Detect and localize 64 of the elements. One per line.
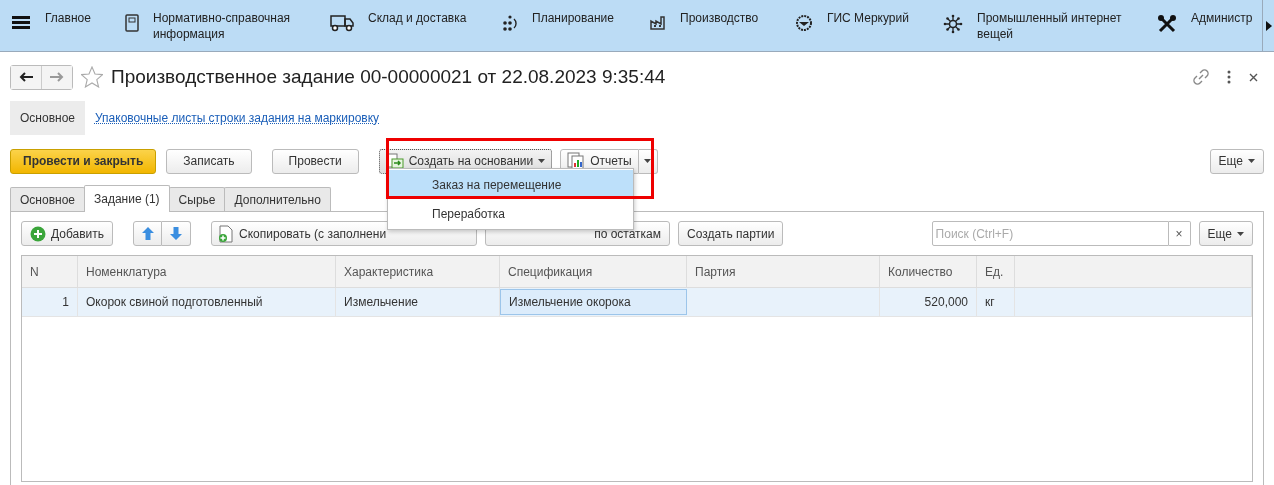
section-item[interactable]: Планирование xyxy=(502,0,650,32)
section-item[interactable]: Склад и доставка xyxy=(330,0,502,32)
caret-right-icon xyxy=(1265,20,1272,31)
window-title: Производственное задание 00-00000021 от 22.08.2023 9:35:44 xyxy=(111,66,666,88)
close-icon[interactable] xyxy=(1249,72,1258,82)
move-up-button[interactable] xyxy=(133,221,163,246)
truck-icon xyxy=(330,14,354,32)
more-button[interactable]: Еще xyxy=(1209,148,1264,174)
caret-down-icon xyxy=(538,159,546,163)
network-icon xyxy=(943,14,963,34)
section-item[interactable]: Главное xyxy=(0,0,125,30)
table-row[interactable]: 1 Окорок свиной подготовленный Измельчение Измельчение окорока 520,000 кг xyxy=(22,288,1252,317)
arrow-down-icon xyxy=(170,227,183,240)
section-item[interactable]: Нормативно-справочная информация xyxy=(125,0,330,42)
section-tab[interactable]: Основное xyxy=(10,101,85,135)
column-header[interactable]: Партия xyxy=(687,256,880,287)
section-item[interactable]: Администр xyxy=(1157,0,1262,34)
post-and-close-button[interactable]: Провести и закрыть xyxy=(10,148,157,174)
table-cell: 1 xyxy=(22,288,78,316)
badge-icon xyxy=(795,14,813,32)
tab[interactable]: Основное xyxy=(10,187,85,211)
search-field[interactable]: Поиск (Ctrl+F) xyxy=(931,221,1169,246)
back-button[interactable] xyxy=(11,65,41,89)
more-button[interactable]: Еще xyxy=(1198,221,1253,246)
section-item[interactable]: ГИС Меркурий xyxy=(795,0,943,32)
column-header[interactable]: Ед. xyxy=(977,256,1015,287)
table-cell: Окорок свиной подготовленный xyxy=(78,288,336,316)
table-cell: 520,000 xyxy=(880,288,977,316)
section-link[interactable]: Упаковочные листы строки задания на маркировку xyxy=(85,101,390,135)
arrow-right-icon xyxy=(50,72,64,82)
clear-button[interactable]: × xyxy=(1168,221,1191,246)
notebook-icon xyxy=(125,14,139,32)
plus-circle-icon xyxy=(30,225,46,242)
arrow-left-icon xyxy=(19,72,33,82)
table-cell: Измельчение окорока xyxy=(500,289,687,315)
add-button[interactable]: Добавить xyxy=(21,221,114,246)
table-cell: кг xyxy=(977,288,1015,316)
factory-icon xyxy=(650,14,666,30)
section-item[interactable]: Промышленный интернет вещей xyxy=(943,0,1157,42)
column-header[interactable]: Номенклатура xyxy=(78,256,336,287)
tab[interactable]: Задание (1) xyxy=(84,185,170,212)
link-icon[interactable] xyxy=(1193,69,1209,85)
column-header[interactable]: N xyxy=(22,256,78,287)
scroll-right-button[interactable] xyxy=(1262,0,1274,51)
tools-icon xyxy=(1157,14,1177,34)
column-header[interactable]: Количество xyxy=(880,256,977,287)
tab[interactable]: Дополнительно xyxy=(224,187,331,211)
dots-icon xyxy=(502,14,518,32)
move-down-button[interactable] xyxy=(162,221,192,246)
menu-icon xyxy=(12,14,30,30)
arrow-up-icon xyxy=(141,227,154,240)
column-header[interactable]: Характеристика xyxy=(336,256,500,287)
column-header[interactable]: Спецификация xyxy=(500,256,687,287)
caret-down-icon xyxy=(1248,159,1255,163)
document-plus-icon xyxy=(218,224,235,243)
command-button[interactable]: Провести xyxy=(271,148,359,174)
tab[interactable]: Сырье xyxy=(168,187,226,211)
section-item[interactable]: Производство xyxy=(650,0,795,30)
create-lots-button[interactable]: Создать партии xyxy=(678,221,784,246)
star-icon[interactable] xyxy=(81,66,103,88)
command-button[interactable]: Записать xyxy=(166,148,252,174)
caret-down-icon xyxy=(1237,231,1244,236)
caret-down-icon xyxy=(644,159,652,163)
more-icon[interactable] xyxy=(1227,70,1231,84)
